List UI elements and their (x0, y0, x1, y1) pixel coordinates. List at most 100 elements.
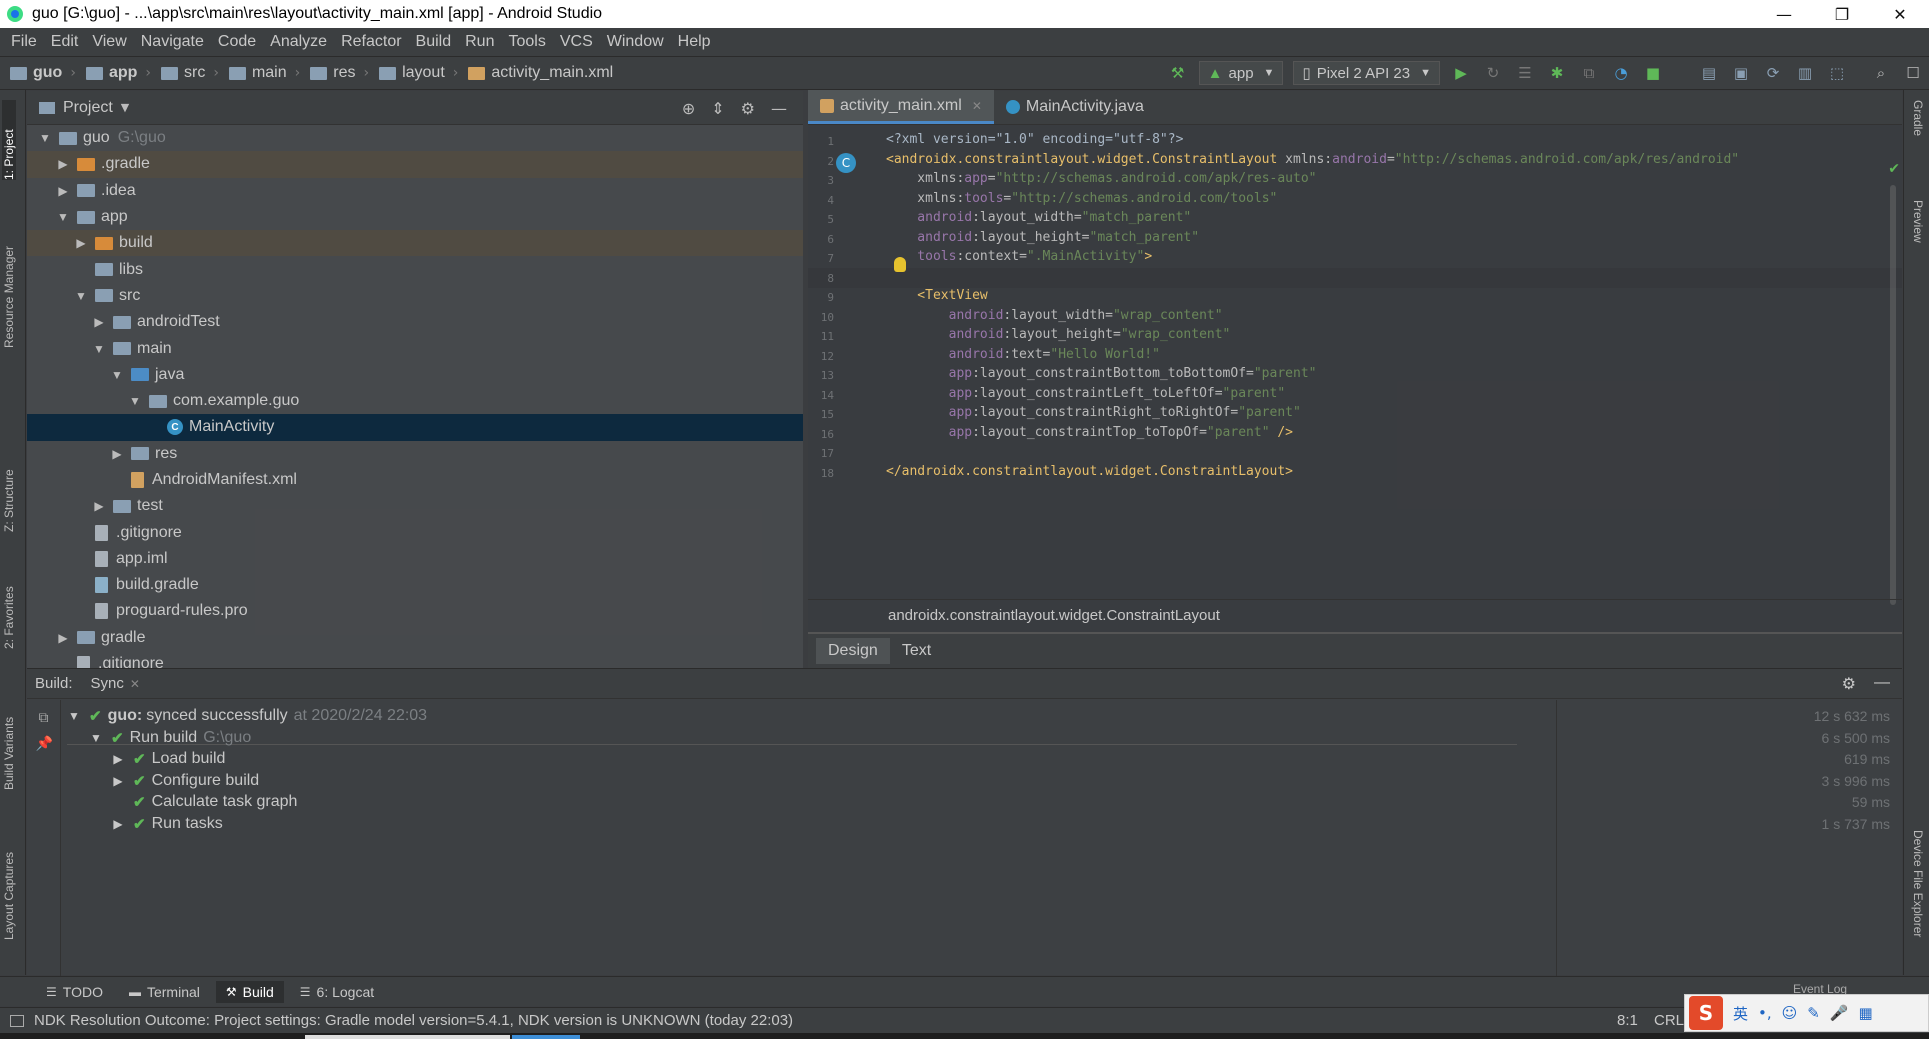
search-icon[interactable]: ⌕ (1871, 63, 1891, 83)
toggle-view-icon[interactable]: ⧉ (36, 710, 52, 726)
tree-node[interactable]: ▶ test (27, 493, 803, 519)
ime-language[interactable]: 英 (1733, 1003, 1748, 1024)
rerun-icon[interactable]: ↻ (1483, 63, 1503, 83)
tool-tab-resource-manager[interactable]: Resource Manager (2, 228, 16, 348)
tree-node[interactable]: ▶ .idea (27, 178, 803, 204)
menu-code[interactable]: Code (218, 33, 256, 51)
menu-refactor[interactable]: Refactor (341, 33, 401, 51)
menu-navigate[interactable]: Navigate (141, 33, 204, 51)
status-toggle-icon[interactable] (10, 1014, 24, 1027)
pen-icon[interactable]: ✎ (1807, 1004, 1820, 1022)
tree-node[interactable]: build.gradle (27, 572, 803, 598)
breadcrumb-layout[interactable]: layout (379, 64, 445, 82)
tree-node[interactable]: ▼ app (27, 204, 803, 230)
run-config-select[interactable]: ▲ app ▼ (1198, 61, 1284, 85)
tree-node[interactable]: libs (27, 256, 803, 282)
close-icon[interactable]: ✕ (130, 677, 140, 691)
chevron-right-icon[interactable]: ▶ (73, 236, 89, 250)
chevron-down-icon[interactable]: ▼ (67, 709, 81, 723)
tab-mainactivity-java[interactable]: MainActivity.java (994, 90, 1156, 124)
account-icon[interactable]: ☐ (1903, 63, 1923, 83)
menu-run[interactable]: Run (465, 33, 494, 51)
tool-tab-logcat[interactable]: ☰ 6: Logcat (290, 981, 384, 1003)
chevron-down-icon[interactable]: ▼ (89, 731, 103, 745)
chevron-right-icon[interactable]: ▶ (91, 499, 107, 513)
minimize-button[interactable]: — (1755, 0, 1813, 28)
ime-toolbar[interactable]: S 英 •, ☺ ✎ 🎤 ▦ (1684, 994, 1929, 1032)
build-tree-row[interactable]: ▶ ✔ Configure build (111, 770, 259, 792)
tool-tab-favorites[interactable]: 2: Favorites (2, 564, 16, 649)
build-tree-row[interactable]: ▼ ✔ guo: synced successfully at 2020/2/24 22… (67, 705, 427, 727)
device-select[interactable]: ▯ Pixel 2 API 23 ▼ (1293, 61, 1440, 85)
menu-view[interactable]: View (92, 33, 126, 51)
menu-tools[interactable]: Tools (508, 33, 545, 51)
locate-icon[interactable]: ⊕ (682, 99, 695, 118)
tool-tab-project[interactable]: 1: Project (2, 100, 16, 180)
tree-node[interactable]: .gitignore (27, 519, 803, 545)
collapse-all-icon[interactable]: ⇕ (711, 99, 724, 118)
close-icon[interactable]: ✕ (972, 99, 982, 113)
tree-node[interactable]: ▼ com.example.guo (27, 388, 803, 414)
tree-node[interactable]: ▶ res (27, 441, 803, 467)
punctuation-icon[interactable]: •, (1758, 1004, 1772, 1022)
build-tree-row[interactable]: ▶ ✔ Load build (111, 748, 225, 770)
tab-activity-main-xml[interactable]: activity_main.xml ✕ (808, 90, 994, 124)
run-icon[interactable]: ▶ (1451, 63, 1471, 83)
chevron-right-icon[interactable]: ▶ (55, 631, 71, 645)
hammer-icon[interactable]: ⚒ (1168, 63, 1188, 83)
tool-tab-device-file-explorer[interactable]: Device File Explorer (1911, 830, 1925, 980)
breadcrumb-src[interactable]: src (161, 64, 205, 82)
tree-node[interactable]: ▶ .gradle (27, 151, 803, 178)
tree-node[interactable]: proguard-rules.pro (27, 598, 803, 624)
menu-build[interactable]: Build (416, 33, 452, 51)
menu-analyze[interactable]: Analyze (270, 33, 327, 51)
tool-tab-build[interactable]: ⚒ Build (215, 980, 284, 1003)
menu-help[interactable]: Help (678, 33, 711, 51)
gear-icon[interactable]: ⚙ (741, 99, 755, 118)
project-structure-icon[interactable]: ▤ (1699, 63, 1719, 83)
avd-manager-icon[interactable]: ⟳ (1763, 63, 1783, 83)
chevron-down-icon[interactable]: ▼ (127, 394, 143, 408)
tool-tab-gradle[interactable]: Gradle (1911, 100, 1925, 160)
editor-scrollbar[interactable] (1890, 185, 1896, 605)
maximize-button[interactable]: ❐ (1813, 0, 1871, 28)
code-area[interactable]: 1 2 3 4 5 6 7 8 9 10 11 12 13 14 15 16 17 18 C <?xml vers… (808, 125, 1902, 605)
tree-node[interactable]: ▶ androidTest (27, 309, 803, 335)
tree-node[interactable]: AndroidManifest.xml (27, 467, 803, 493)
emoji-icon[interactable]: ☺ (1782, 1004, 1798, 1022)
project-view-select[interactable]: Project (63, 99, 113, 117)
gear-icon[interactable]: ⚙ (1842, 674, 1856, 694)
sync-gradle-icon[interactable]: ▣ (1731, 63, 1751, 83)
stop-icon[interactable]: ■ (1643, 63, 1663, 83)
chevron-right-icon[interactable]: ▶ (111, 752, 125, 766)
breadcrumb-activity-main[interactable]: activity_main.xml (468, 64, 613, 82)
breadcrumb-app[interactable]: app (85, 64, 137, 82)
tab-sync[interactable]: Sync (91, 675, 124, 692)
tree-node[interactable]: ▶ build (27, 230, 803, 257)
hide-icon[interactable]: — (771, 99, 787, 118)
tree-node[interactable]: C MainActivity (27, 414, 803, 441)
microphone-icon[interactable]: 🎤 (1830, 1004, 1849, 1022)
hide-icon[interactable]: — (1874, 674, 1890, 694)
tree-node[interactable]: ▼ src (27, 283, 803, 309)
chevron-right-icon[interactable]: ▶ (111, 817, 125, 831)
chevron-down-icon[interactable]: ▼ (73, 289, 89, 303)
tree-node[interactable]: ▼ guo G:\guo (27, 125, 803, 151)
chevron-right-icon[interactable]: ▶ (91, 315, 107, 329)
close-window-button[interactable]: ✕ (1871, 0, 1929, 28)
build-split-divider[interactable] (1556, 700, 1557, 976)
pin-icon[interactable]: 📌 (36, 736, 53, 752)
build-tree-row[interactable]: ▶ ✔ Run tasks (111, 813, 222, 835)
grid-icon[interactable]: ▦ (1859, 1004, 1873, 1022)
apply-changes-icon[interactable]: ☰ (1515, 63, 1535, 83)
menu-window[interactable]: Window (607, 33, 664, 51)
chevron-right-icon[interactable]: ▶ (55, 184, 71, 198)
chevron-right-icon[interactable]: ▶ (109, 447, 125, 461)
chevron-right-icon[interactable]: ▶ (111, 774, 125, 788)
tree-node[interactable]: app.iml (27, 546, 803, 572)
tool-tab-build-variants[interactable]: Build Variants (2, 695, 16, 790)
attach-debugger-icon[interactable]: ⧉ (1579, 63, 1599, 83)
tree-node[interactable]: ▶ gradle (27, 625, 803, 651)
tool-tab-layout-captures[interactable]: Layout Captures (2, 830, 16, 940)
menu-file[interactable]: File (11, 33, 37, 51)
